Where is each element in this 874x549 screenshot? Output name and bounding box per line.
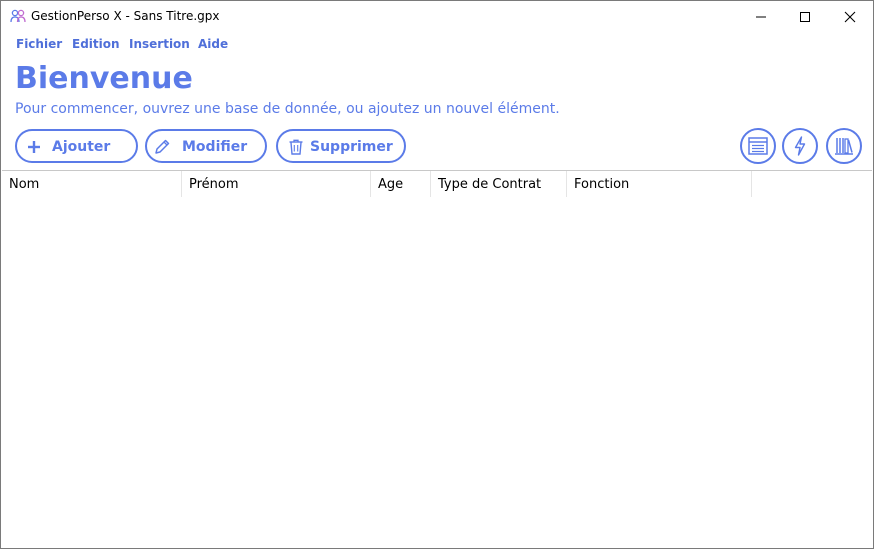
menu-aide[interactable]: Aide — [198, 37, 228, 51]
minimize-icon — [756, 16, 766, 17]
delete-button-label: Supprimer — [310, 139, 393, 155]
add-button-label: Ajouter — [52, 139, 111, 155]
employee-table[interactable]: Nom Prénom Age Type de Contrat Fonction — [2, 170, 872, 548]
delete-button[interactable]: Supprimer — [276, 129, 406, 163]
edit-button[interactable]: Modifier — [145, 129, 267, 163]
pencil-icon — [155, 139, 170, 154]
menu-insertion[interactable]: Insertion — [129, 37, 190, 51]
menu-fichier[interactable]: Fichier — [16, 37, 62, 51]
menu-edition[interactable]: Edition — [72, 37, 120, 51]
column-header-prenom[interactable]: Prénom — [182, 171, 371, 197]
page-title: Bienvenue — [15, 61, 193, 96]
window-title: GestionPerso X - Sans Titre.gpx — [31, 9, 220, 23]
lightning-button[interactable] — [782, 128, 818, 164]
library-icon — [835, 138, 853, 155]
column-header-fonction[interactable]: Fonction — [567, 171, 752, 197]
edit-button-label: Modifier — [182, 139, 248, 155]
app-window: GestionPerso X - Sans Titre.gpx Fichier … — [0, 0, 874, 549]
lightning-icon — [794, 136, 806, 156]
list-view-button[interactable] — [740, 128, 776, 164]
plus-icon — [28, 141, 40, 153]
column-header-age[interactable]: Age — [371, 171, 431, 197]
column-header-nom[interactable]: Nom — [2, 171, 182, 197]
list-view-icon — [748, 137, 768, 155]
table-header: Nom Prénom Age Type de Contrat Fonction — [2, 171, 752, 197]
column-header-type-contrat[interactable]: Type de Contrat — [431, 171, 567, 197]
page-subtitle: Pour commencer, ouvrez une base de donné… — [15, 101, 560, 117]
library-button[interactable] — [826, 128, 862, 164]
maximize-button[interactable] — [782, 1, 828, 32]
title-bar[interactable]: GestionPerso X - Sans Titre.gpx — [1, 1, 873, 32]
minimize-button[interactable] — [738, 1, 784, 32]
trash-icon — [289, 139, 303, 155]
close-icon — [844, 11, 856, 22]
close-button[interactable] — [827, 1, 873, 32]
maximize-icon — [800, 11, 810, 22]
people-icon — [10, 9, 26, 23]
add-button[interactable]: Ajouter — [15, 129, 138, 163]
